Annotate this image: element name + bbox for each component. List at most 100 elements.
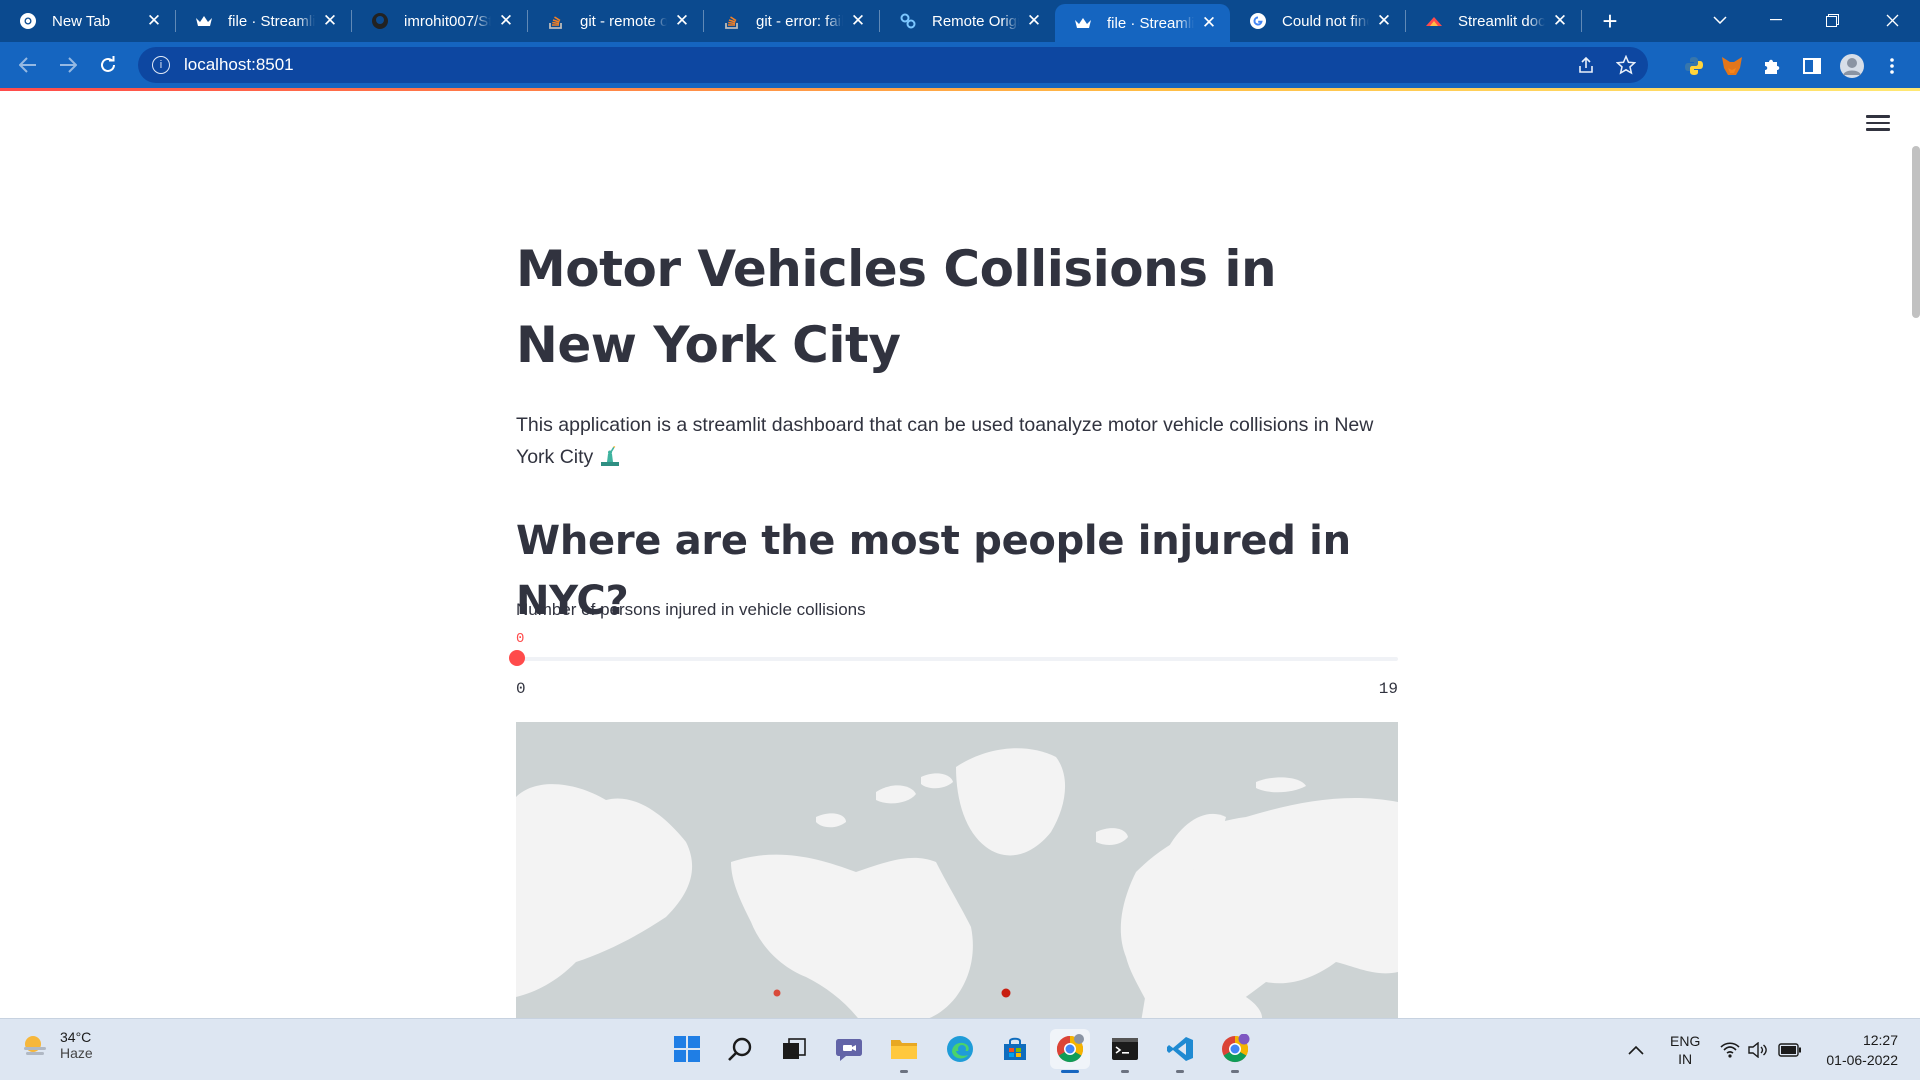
volume-icon[interactable] (1748, 1019, 1768, 1081)
windows-taskbar: 34°C Haze ENG IN 12:27 01-06-2022 (0, 1018, 1920, 1080)
browser-toolbar: i localhost:8501 (0, 42, 1920, 88)
extensions-puzzle-icon[interactable] (1754, 46, 1790, 86)
weather-description: Haze (60, 1045, 93, 1061)
page-scrollbar[interactable] (1912, 146, 1920, 318)
address-bar[interactable]: i localhost:8501 (138, 47, 1648, 83)
slider-max-label: 19 (1378, 680, 1398, 698)
edge-browser-icon[interactable] (940, 1029, 980, 1069)
close-tab-icon[interactable]: ✕ (1551, 11, 1569, 30)
map-point[interactable] (1001, 988, 1011, 998)
tab-file-streamlit-active[interactable]: file · Streamlit ✕ (1055, 4, 1230, 42)
tab-title: New Tab (52, 12, 111, 30)
weather-haze-icon (22, 1034, 48, 1056)
bookmark-star-icon[interactable] (1608, 47, 1644, 83)
file-explorer-icon[interactable] (884, 1029, 924, 1073)
language-code: ENG (1670, 1033, 1701, 1049)
language-indicator[interactable]: ENG IN (1670, 1019, 1700, 1081)
tab-title: file · Streamlit (228, 12, 315, 30)
minimize-button[interactable] (1748, 0, 1804, 40)
close-tab-icon[interactable]: ✕ (673, 11, 691, 30)
stackoverflow-icon (546, 11, 566, 31)
address-url[interactable]: localhost:8501 (184, 55, 294, 75)
close-tab-icon[interactable]: ✕ (145, 11, 163, 30)
share-icon[interactable] (1568, 47, 1604, 83)
page-title: Motor Vehicles Collisions in New York Ci… (516, 240, 1277, 374)
tab-title: git - remote origin (580, 12, 667, 30)
map-point[interactable] (773, 989, 781, 997)
tab-could-not-find[interactable]: Could not find ✕ (1230, 0, 1405, 42)
tab-search-chevron-icon[interactable] (1692, 0, 1748, 40)
tab-streamlit-docs[interactable]: Streamlit docs ✕ (1406, 0, 1581, 42)
tab-git-error[interactable]: git - error: failed ✕ (704, 0, 879, 42)
clock-date: 01-06-2022 (1826, 1052, 1898, 1068)
tab-title: file · Streamlit (1107, 14, 1194, 32)
side-panel-icon[interactable] (1794, 46, 1830, 86)
profile-avatar[interactable] (1834, 46, 1870, 86)
wifi-icon[interactable] (1720, 1019, 1740, 1081)
github-icon (370, 11, 390, 31)
running-indicator (1121, 1070, 1129, 1073)
close-tab-icon[interactable]: ✕ (1200, 13, 1218, 32)
close-tab-icon[interactable]: ✕ (497, 11, 515, 30)
metamask-fox-icon[interactable] (1714, 46, 1750, 86)
microsoft-store-icon[interactable] (995, 1029, 1035, 1069)
slider-thumb[interactable] (509, 650, 525, 666)
slider-label: Number of persons injured in vehicle col… (516, 600, 866, 619)
statue-of-liberty-icon (601, 444, 620, 466)
tab-title: imrohit007/Streamlit (404, 12, 491, 30)
clock-time: 12:27 (1862, 1032, 1898, 1048)
tab-strip: New Tab ✕ file · Streamlit ✕ imrohit007/… (0, 0, 1920, 42)
main-menu-icon[interactable] (1866, 111, 1890, 135)
close-tab-icon[interactable]: ✕ (321, 11, 339, 30)
close-tab-icon[interactable]: ✕ (1025, 11, 1043, 30)
tab-github-repo[interactable]: imrohit007/Streamlit ✕ (352, 0, 527, 42)
weather-temperature: 34°C (60, 1029, 92, 1045)
site-info-icon[interactable]: i (152, 56, 170, 74)
slider-track[interactable] (516, 657, 1398, 661)
intro-text: This application is a streamlit dashboar… (516, 409, 1398, 473)
slider-min-label: 0 (516, 680, 526, 698)
streamlit-crown-icon (194, 11, 214, 31)
start-windows-icon[interactable] (667, 1029, 707, 1069)
restore-button[interactable] (1804, 0, 1860, 40)
search-icon[interactable] (720, 1029, 760, 1069)
close-window-button[interactable] (1864, 0, 1920, 40)
world-map-graphic (516, 722, 1398, 1018)
region-code: IN (1678, 1051, 1693, 1067)
close-tab-icon[interactable]: ✕ (849, 11, 867, 30)
tab-new-tab[interactable]: New Tab ✕ (0, 0, 175, 42)
active-indicator (1061, 1070, 1079, 1073)
intro-paragraph: This application is a streamlit dashboar… (516, 414, 1374, 468)
reload-button[interactable] (88, 45, 128, 85)
tab-git-remote[interactable]: git - remote origin ✕ (528, 0, 703, 42)
chrome-menu-icon[interactable] (1874, 46, 1910, 86)
back-button[interactable] (8, 45, 48, 85)
tab-title: Could not find (1282, 12, 1369, 30)
remote-icon (898, 11, 918, 31)
running-indicator (900, 1070, 908, 1073)
clock[interactable]: 12:27 01-06-2022 (1818, 1019, 1898, 1081)
close-tab-icon[interactable]: ✕ (1375, 11, 1393, 30)
forward-button[interactable] (48, 45, 88, 85)
weather-widget[interactable]: 34°C Haze (22, 1029, 93, 1061)
chrome-taskbar-icon[interactable] (1050, 1029, 1090, 1073)
battery-icon[interactable] (1778, 1019, 1802, 1081)
new-tab-button[interactable]: + (1590, 1, 1630, 41)
running-indicator (1231, 1070, 1239, 1073)
vscode-icon[interactable] (1160, 1029, 1200, 1073)
chrome-profile-icon[interactable] (1215, 1029, 1255, 1073)
tab-separator (1581, 10, 1582, 32)
injury-map[interactable] (516, 722, 1398, 1018)
task-view-icon[interactable] (774, 1029, 814, 1069)
teams-chat-icon[interactable] (829, 1029, 869, 1069)
chrome-icon (18, 11, 38, 31)
slider-current-value: 0 (516, 631, 525, 647)
tab-title: Remote Origin (932, 12, 1019, 30)
terminal-icon[interactable] (1105, 1029, 1145, 1073)
streamlit-icon (1424, 11, 1444, 31)
show-hidden-icons-chevron-icon[interactable] (1628, 1019, 1644, 1081)
python-extension-icon[interactable] (1676, 46, 1712, 86)
tab-remote-origin[interactable]: Remote Origin ✕ (880, 0, 1055, 42)
tab-title: Streamlit docs (1458, 12, 1545, 30)
tab-file-streamlit[interactable]: file · Streamlit ✕ (176, 0, 351, 42)
